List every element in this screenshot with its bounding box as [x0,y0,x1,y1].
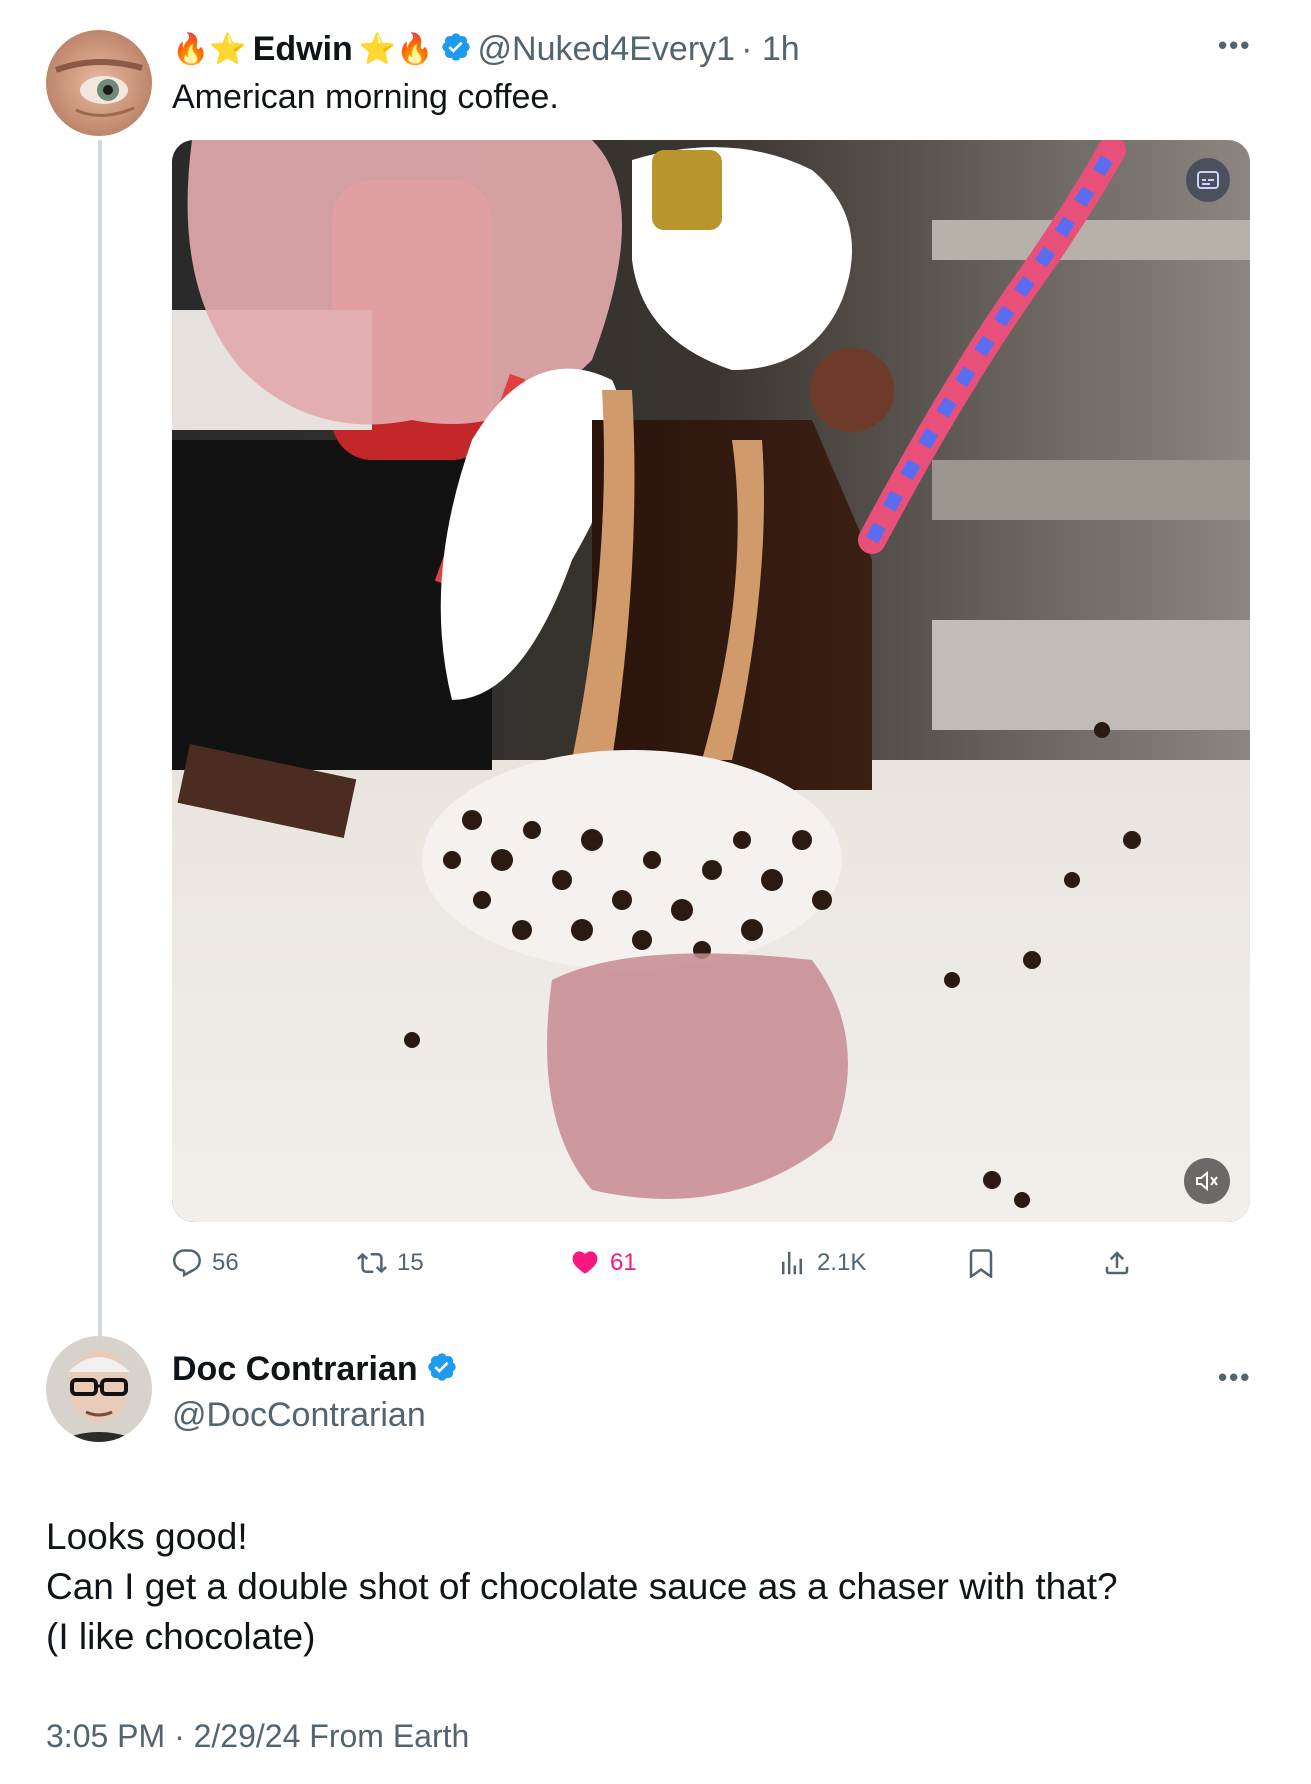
reply-text: Looks good! Can I get a double shot of c… [46,1512,1266,1662]
verified-badge-icon [440,31,472,68]
reply-more-options-icon[interactable]: ••• [1218,1362,1251,1393]
author-name[interactable]: Edwin [253,30,353,69]
like-button[interactable]: 61 [570,1248,637,1278]
like-count: 61 [610,1249,637,1276]
reply-author-avatar[interactable] [46,1336,152,1442]
repost-count: 15 [397,1249,424,1276]
reply-timestamp[interactable]: 3:05 PM · 2/29/24 From Earth [46,1718,469,1755]
verified-badge-icon [426,1351,458,1388]
repost-icon [357,1252,387,1274]
reply-icon [172,1249,201,1278]
tweet-video[interactable] [172,140,1250,1222]
repost-button[interactable]: 15 [357,1248,424,1278]
more-options-icon[interactable]: ••• [1218,30,1251,61]
name-emoji-right: ⭐🔥 [358,32,434,66]
analytics-icon [782,1251,802,1275]
tweet-actions: 56 15 61 2.1K [172,1248,1172,1292]
reply-count: 56 [212,1249,239,1276]
tweet-header: 🔥⭐ Edwin ⭐🔥 @Nuked4Every1 · 1h [172,26,800,72]
share-button[interactable] [1102,1248,1132,1278]
tweet-time[interactable]: · 1h [741,30,800,69]
bookmark-icon [969,1249,993,1278]
thread-connector-line [98,140,102,1340]
author-handle[interactable]: @Nuked4Every1 [478,30,736,69]
share-icon [1105,1251,1129,1275]
reply-header: Doc Contrarian [172,1350,458,1389]
name-emoji-left: 🔥⭐ [172,32,247,66]
views-button[interactable]: 2.1K [777,1248,866,1278]
reply-line-3: (I like chocolate) [46,1616,316,1657]
reply-button[interactable]: 56 [172,1248,239,1278]
reply-line-2: Can I get a double shot of chocolate sau… [46,1566,1118,1607]
reply-author-handle[interactable]: @DocContrarian [172,1396,426,1435]
bookmark-button[interactable] [966,1248,996,1278]
heart-icon [572,1251,598,1274]
tweet-text: American morning coffee. [172,78,559,116]
reply-line-1: Looks good! [46,1516,248,1557]
captions-icon[interactable] [1186,158,1230,202]
author-avatar[interactable] [46,30,152,136]
view-count: 2.1K [817,1249,867,1276]
volume-mute-icon[interactable] [1184,1158,1230,1204]
reply-author-name[interactable]: Doc Contrarian [172,1350,418,1389]
